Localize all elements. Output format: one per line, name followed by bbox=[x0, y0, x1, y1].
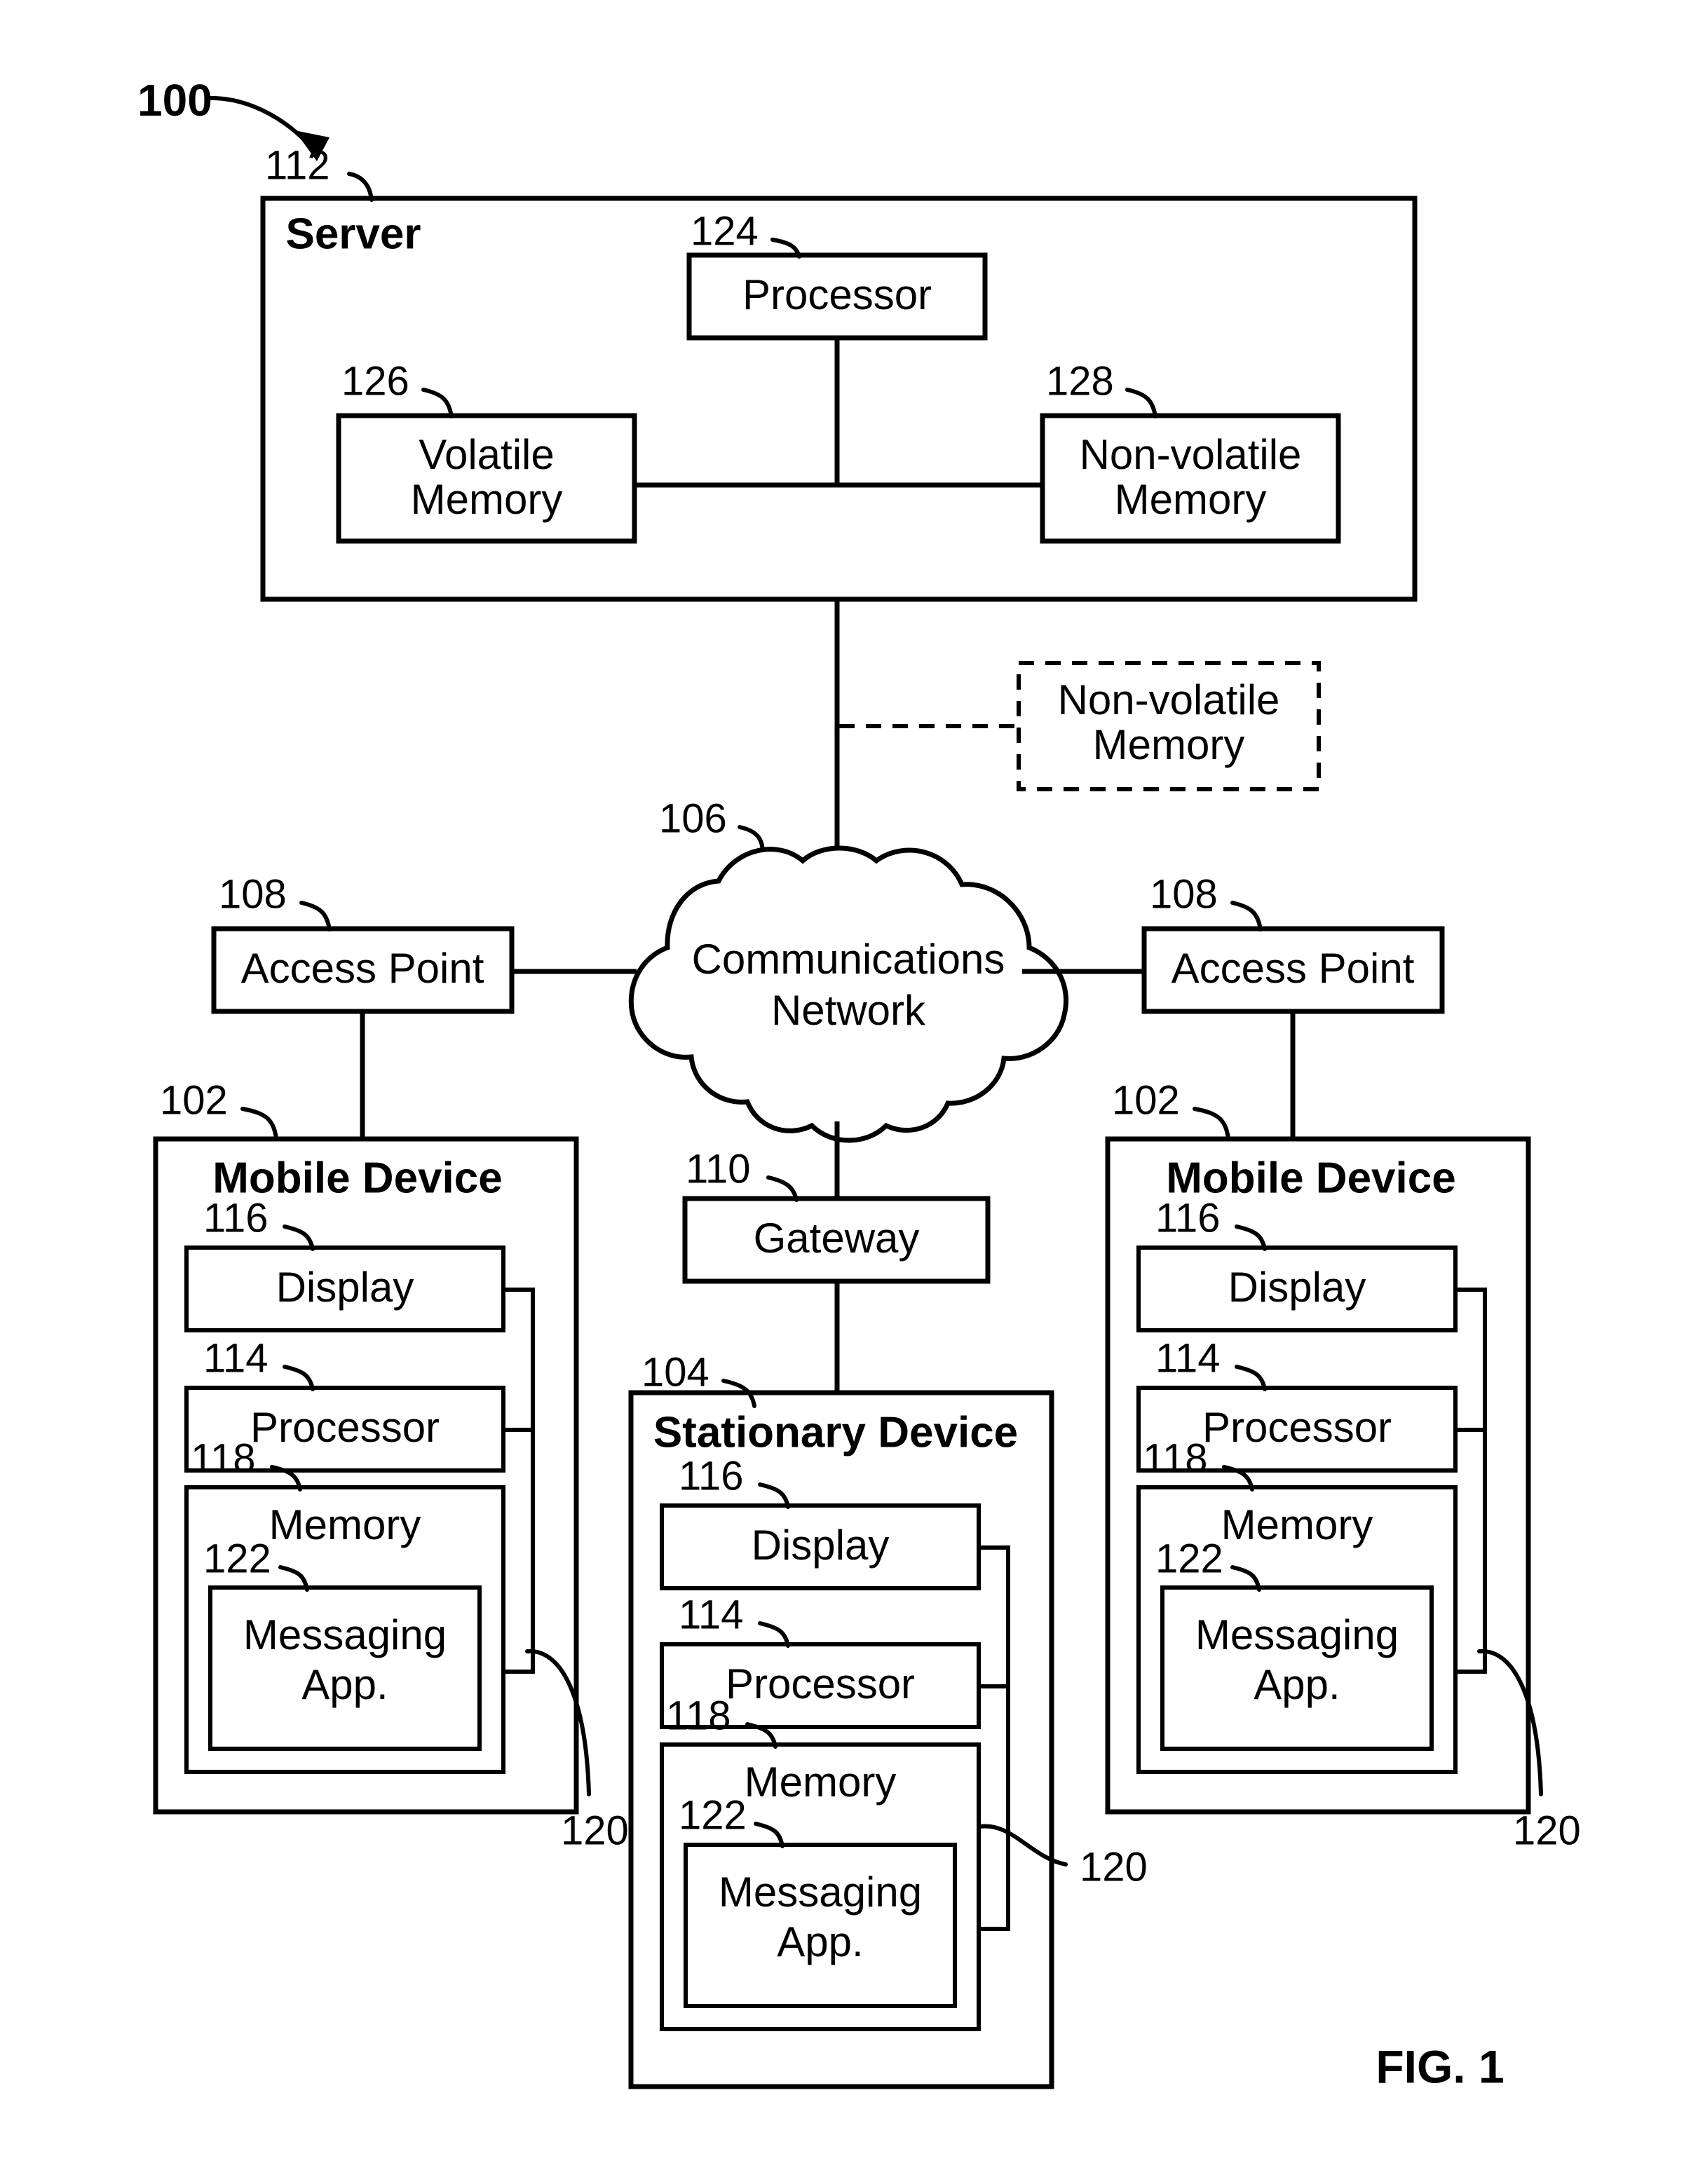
ref-106: 106 bbox=[659, 796, 727, 841]
mobile-device-right-messaging-app-label-line2: App. bbox=[1254, 1661, 1340, 1708]
mobile-device-left-messaging-app-label-line1: Messaging bbox=[243, 1611, 447, 1658]
access-point-right-label: Access Point bbox=[1171, 945, 1415, 992]
stationary-device-bus bbox=[979, 1545, 1010, 1931]
ref-128: 128 bbox=[1046, 358, 1114, 404]
ref-118-right: 118 bbox=[1143, 1435, 1207, 1481]
ref-102-left: 102 bbox=[160, 1077, 228, 1123]
ref-104: 104 bbox=[641, 1349, 709, 1395]
network-label-line1: Communications bbox=[692, 936, 1005, 983]
ref-116-stationary: 116 bbox=[679, 1453, 743, 1499]
mobile-device-left-memory-label: Memory bbox=[269, 1501, 421, 1548]
ref-120-right: 120 bbox=[1513, 1808, 1581, 1853]
system-ref-100: 100 bbox=[137, 75, 212, 125]
stationary-device-processor-label: Processor bbox=[726, 1660, 915, 1707]
figure-label: FIG. 1 bbox=[1376, 2040, 1504, 2092]
leader-120-right bbox=[1477, 1649, 1543, 1796]
ref-112: 112 bbox=[265, 142, 330, 188]
patent-figure: 100 112 Server 124 Processor 126 Volatil… bbox=[0, 0, 1698, 2184]
server-volatile-memory-label-line1: Volatile bbox=[419, 431, 554, 478]
leader-126 bbox=[421, 388, 454, 418]
mobile-device-left-processor-label: Processor bbox=[250, 1404, 440, 1451]
stationary-device-messaging-app-label-line2: App. bbox=[777, 1918, 863, 1965]
server-nonvolatile-memory-label-line2: Memory bbox=[1115, 476, 1267, 523]
mobile-device-right-display-label: Display bbox=[1228, 1264, 1366, 1311]
stationary-device-title: Stationary Device bbox=[653, 1408, 1018, 1456]
leader-128 bbox=[1125, 388, 1157, 418]
server-volatile-memory-label-line2: Memory bbox=[411, 476, 563, 523]
network-label-line2: Network bbox=[771, 987, 926, 1034]
leader-102-right bbox=[1193, 1107, 1230, 1140]
ref-116-right: 116 bbox=[1155, 1195, 1220, 1241]
ref-114-left: 114 bbox=[203, 1335, 268, 1381]
ref-122-stationary: 122 bbox=[679, 1792, 747, 1838]
mobile-device-right-bus bbox=[1455, 1288, 1487, 1674]
mobile-device-left-messaging-app-label-line2: App. bbox=[301, 1661, 388, 1708]
ref-122-right: 122 bbox=[1155, 1536, 1223, 1581]
server-processor-label: Processor bbox=[742, 271, 932, 318]
mobile-device-right-memory-label: Memory bbox=[1221, 1501, 1373, 1548]
ref-108-left: 108 bbox=[219, 871, 287, 917]
ref-124: 124 bbox=[691, 208, 759, 254]
stationary-device-memory-label: Memory bbox=[745, 1759, 897, 1806]
figure-canvas: 100 112 Server 124 Processor 126 Volatil… bbox=[137, 75, 1581, 2093]
leader-120-left bbox=[525, 1649, 591, 1796]
leader-102-left bbox=[240, 1107, 278, 1140]
ref-118-left: 118 bbox=[191, 1435, 255, 1481]
mobile-device-right-processor-label: Processor bbox=[1202, 1404, 1392, 1451]
stationary-device-messaging-app-label-line1: Messaging bbox=[719, 1869, 922, 1916]
server-title: Server bbox=[285, 210, 421, 258]
leader-108-right bbox=[1230, 901, 1263, 931]
ref-122-left: 122 bbox=[203, 1536, 271, 1581]
mobile-device-left-display-label: Display bbox=[276, 1264, 414, 1311]
ref-108-right: 108 bbox=[1150, 871, 1218, 917]
leader-112 bbox=[347, 172, 374, 202]
ref-114-right: 114 bbox=[1155, 1335, 1220, 1381]
ref-116-left: 116 bbox=[203, 1195, 268, 1241]
leader-108-left bbox=[299, 901, 332, 931]
external-nonvolatile-memory-label-line2: Memory bbox=[1093, 721, 1245, 768]
ref-110: 110 bbox=[686, 1146, 750, 1192]
external-nonvolatile-memory-label-line1: Non-volatile bbox=[1058, 676, 1280, 723]
server-nonvolatile-memory-label-line1: Non-volatile bbox=[1080, 431, 1302, 478]
ref-118-stationary: 118 bbox=[666, 1693, 731, 1738]
ref-120-left: 120 bbox=[561, 1808, 629, 1853]
stationary-device-display-label: Display bbox=[752, 1522, 890, 1569]
ref-114-stationary: 114 bbox=[679, 1592, 743, 1637]
ref-120-stationary: 120 bbox=[1080, 1844, 1148, 1890]
ref-126: 126 bbox=[341, 358, 409, 404]
mobile-device-left-bus bbox=[503, 1288, 535, 1674]
mobile-device-right-messaging-app-label-line1: Messaging bbox=[1195, 1611, 1399, 1658]
access-point-left-label: Access Point bbox=[241, 945, 484, 992]
gateway-label: Gateway bbox=[754, 1215, 920, 1262]
ref-102-right: 102 bbox=[1112, 1077, 1180, 1123]
